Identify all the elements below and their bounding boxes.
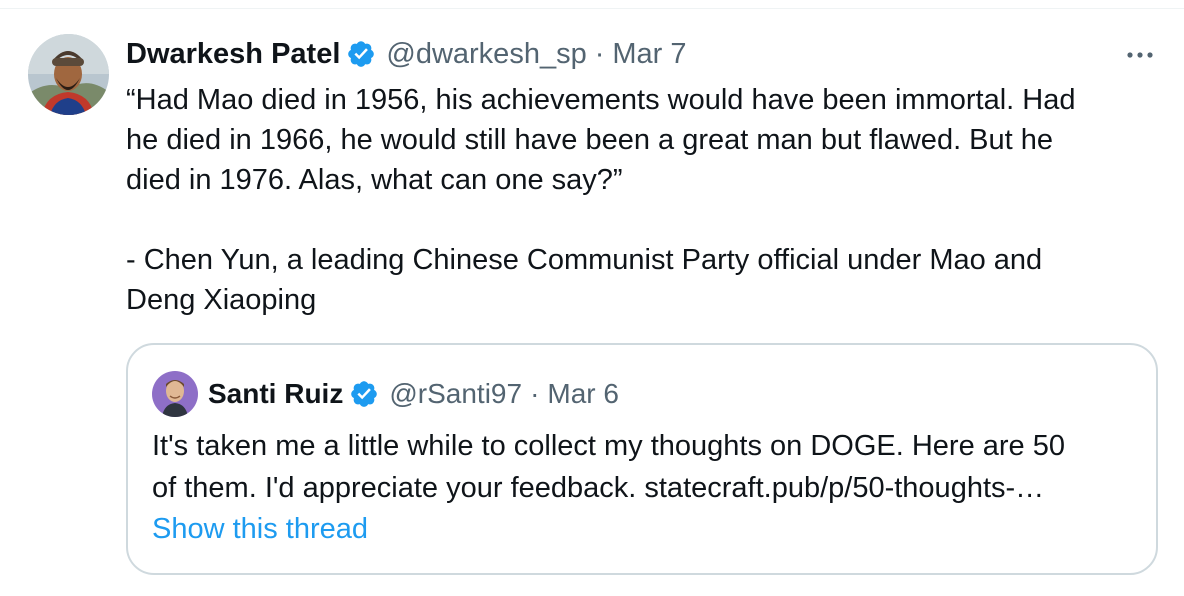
verified-badge-icon: [349, 379, 379, 409]
quote-tweet-card[interactable]: Santi Ruiz @rSanti97 · Mar 6 It's taken …: [126, 343, 1158, 575]
tweet-header: Dwarkesh Patel @dwarkesh_sp · Mar 7: [126, 34, 687, 74]
quote-text-line: It's taken me a little while to collect …: [152, 430, 1066, 462]
tweet-text-line: Deng Xiaoping: [126, 284, 317, 316]
quote-author-name[interactable]: Santi Ruiz: [208, 378, 343, 410]
author-avatar[interactable]: [28, 34, 109, 115]
more-options-icon[interactable]: [1120, 40, 1160, 70]
quote-author-handle[interactable]: @rSanti97: [389, 378, 522, 410]
author-handle[interactable]: @dwarkesh_sp: [386, 38, 586, 71]
tweet-text: “Had Mao died in 1956, his achievements …: [126, 80, 1146, 320]
verified-badge-icon: [346, 39, 376, 69]
quote-tweet-header: Santi Ruiz @rSanti97 · Mar 6: [208, 373, 619, 415]
quote-tweet-text: It's taken me a little while to collect …: [152, 425, 1142, 509]
quote-tweet-date[interactable]: Mar 6: [547, 378, 619, 410]
tweet-text-line: “Had Mao died in 1956, his achievements …: [126, 84, 1076, 116]
show-thread-link[interactable]: Show this thread: [152, 513, 368, 546]
separator-dot: ·: [530, 378, 540, 409]
tweet[interactable]: Dwarkesh Patel @dwarkesh_sp · Mar 7 “Had…: [0, 0, 1184, 596]
author-name[interactable]: Dwarkesh Patel: [126, 38, 340, 71]
tweet-text-line: died in 1976. Alas, what can one say?”: [126, 164, 623, 196]
quote-author-avatar[interactable]: [152, 371, 198, 417]
separator-dot: ·: [594, 37, 605, 70]
tweet-text-line: - Chen Yun, a leading Chinese Communist …: [126, 244, 1043, 276]
tweet-date[interactable]: Mar 7: [612, 38, 686, 71]
tweet-text-line: he died in 1966, he would still have bee…: [126, 124, 1054, 156]
quote-text-line: of them. I'd appreciate your feedback. s…: [152, 472, 1045, 504]
